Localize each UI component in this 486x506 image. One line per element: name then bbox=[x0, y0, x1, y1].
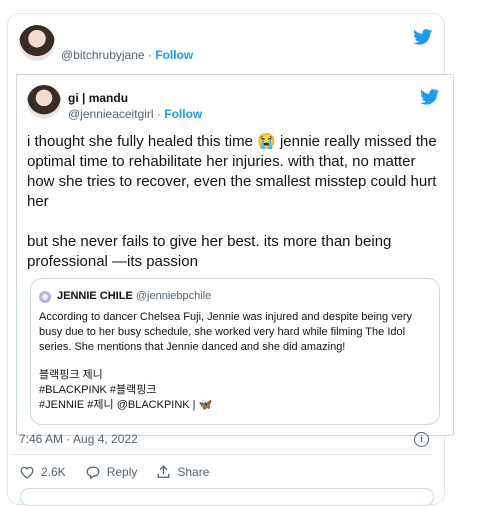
info-icon[interactable]: i bbox=[414, 432, 429, 447]
quote-display-name: JENNIE CHILE bbox=[57, 290, 133, 302]
read-replies-button[interactable] bbox=[20, 488, 434, 506]
like-button[interactable]: 2.6K bbox=[20, 465, 66, 479]
outer-handle-line: @bitchrubyjane · Follow bbox=[61, 48, 194, 62]
tweet-text: i thought she fully healed this time 😭 j… bbox=[27, 132, 437, 272]
inner-avatar[interactable] bbox=[27, 85, 61, 119]
share-button[interactable]: Share bbox=[157, 465, 209, 479]
tweet-text-paragraph: but she never fails to give her best. it… bbox=[27, 233, 392, 270]
like-count: 2.6K bbox=[41, 465, 66, 479]
share-icon bbox=[157, 465, 170, 478]
inner-handle-line: @jennieaceitgirl · Follow bbox=[68, 107, 203, 121]
reply-label: Reply bbox=[106, 465, 138, 479]
share-label: Share bbox=[177, 465, 210, 479]
quote-text: According to dancer Chelsea Fuji, Jennie… bbox=[39, 311, 412, 353]
inner-follow-button[interactable]: Follow bbox=[164, 107, 202, 121]
outer-avatar[interactable] bbox=[19, 25, 55, 61]
inner-handle[interactable]: @jennieaceitgirl bbox=[68, 107, 154, 121]
heart-icon bbox=[20, 466, 34, 479]
quote-hashtag-line: #JENNIE #제니 @BLACKPINK | 🦋 bbox=[39, 399, 213, 411]
quote-hashtag-line: 블랙핑크 제니 bbox=[39, 369, 103, 381]
twitter-bird-icon[interactable] bbox=[413, 29, 433, 45]
reply-button[interactable]: Reply bbox=[86, 465, 138, 479]
quote-hashtag-line: #BLACKPINK #블랙핑크 bbox=[39, 384, 157, 396]
quoted-tweet-card[interactable]: JENNIE CHILE @jenniebpchile According to… bbox=[30, 278, 440, 425]
quote-body: According to dancer Chelsea Fuji, Jennie… bbox=[39, 310, 434, 413]
divider bbox=[12, 454, 432, 455]
tweet-actions: 2.6K Reply Share bbox=[20, 465, 229, 479]
twitter-bird-icon[interactable] bbox=[420, 89, 440, 105]
quote-handle: @jenniebpchile bbox=[135, 290, 212, 302]
quote-header: JENNIE CHILE @jenniebpchile bbox=[57, 290, 211, 302]
tweet-timestamp[interactable]: 7:46 AM · Aug 4, 2022 bbox=[19, 432, 138, 446]
quote-avatar[interactable] bbox=[39, 291, 51, 303]
tweet-text-paragraph: i thought she fully healed this time 😭 j… bbox=[27, 133, 437, 210]
reply-icon bbox=[86, 466, 100, 479]
outer-follow-button[interactable]: Follow bbox=[155, 48, 193, 62]
inner-display-name[interactable]: gi | mandu bbox=[68, 91, 128, 105]
outer-handle[interactable]: @bitchrubyjane bbox=[61, 48, 145, 62]
